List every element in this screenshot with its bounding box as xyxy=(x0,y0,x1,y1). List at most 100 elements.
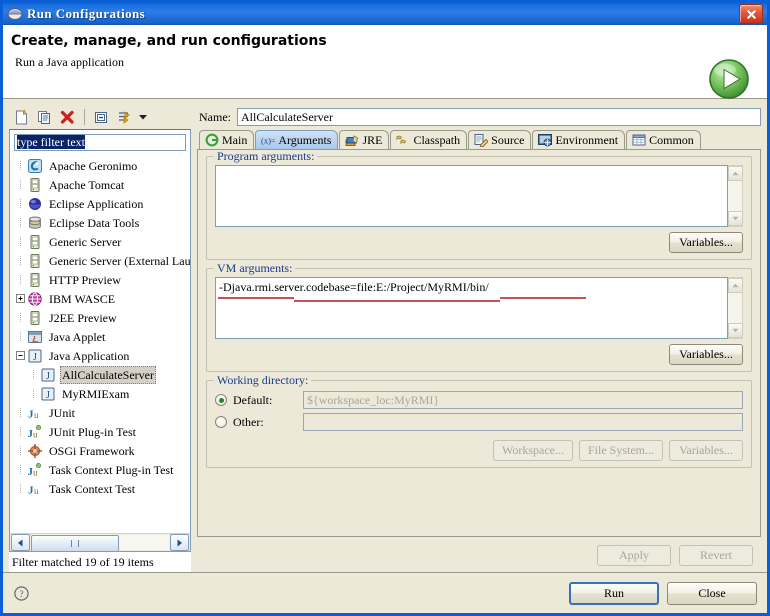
red-x-delete-icon[interactable] xyxy=(57,107,78,127)
revert-button: Revert xyxy=(679,545,753,566)
tree-item[interactable]: J AllCalculateServer xyxy=(14,365,190,384)
footer-buttons: Run Close xyxy=(569,581,757,605)
tree-item[interactable]: HTTP Preview xyxy=(14,270,190,289)
tree-expander xyxy=(14,180,27,189)
tree-item[interactable]: J2EE Preview xyxy=(14,308,190,327)
filter-icon[interactable] xyxy=(114,107,135,127)
program-arguments-scrollbar[interactable] xyxy=(727,165,743,227)
tree-item[interactable]: OSGi Framework xyxy=(14,441,190,460)
tree-item[interactable]: Generic Server xyxy=(14,232,190,251)
new-document-icon[interactable] xyxy=(11,107,32,127)
chevron-down-icon[interactable] xyxy=(137,107,148,127)
run-button[interactable]: Run xyxy=(569,581,659,605)
tab-arguments[interactable]: (x)= Arguments xyxy=(255,130,339,149)
svg-text:J: J xyxy=(33,352,37,363)
tree-expander xyxy=(14,199,27,208)
configurations-tree[interactable]: Apache Geronimo Apache Tomcat Eclipse Appl… xyxy=(10,154,190,533)
apply-revert-row: Apply Revert xyxy=(197,537,761,572)
java-application-icon: J xyxy=(27,348,43,364)
run-configurations-dialog: Run Configurations Create, manage, and r… xyxy=(0,0,770,616)
tab-environment[interactable]: Environment xyxy=(532,130,626,149)
dialog-body: type filter text Apache Geronimo Apache T… xyxy=(3,99,767,572)
scroll-up-icon[interactable] xyxy=(727,166,743,181)
tree-item[interactable]: Ju Task Context Plug-in Test xyxy=(14,460,190,479)
question-mark-help-icon[interactable]: ? xyxy=(13,585,30,602)
main-green-circle-icon xyxy=(205,133,219,147)
svg-text:u: u xyxy=(33,429,38,439)
name-input[interactable]: AllCalculateServer xyxy=(237,108,761,126)
tree-item[interactable]: Ju Task Context Test xyxy=(14,479,190,498)
tree-item[interactable]: Ju JUnit xyxy=(14,403,190,422)
tree-item[interactable]: J Java Application xyxy=(14,346,190,365)
tree-expander xyxy=(14,313,27,322)
tree-expander[interactable] xyxy=(14,351,27,360)
default-radio[interactable] xyxy=(215,394,227,406)
run-config-icon xyxy=(7,6,23,22)
tree-item[interactable]: Eclipse Application xyxy=(14,194,190,213)
source-pencil-icon xyxy=(474,133,489,148)
tree-item-label: OSGi Framework xyxy=(49,443,135,458)
scroll-track[interactable] xyxy=(31,535,169,552)
tree-item-label: Java Application xyxy=(49,348,130,363)
program-arguments-input[interactable] xyxy=(215,165,728,227)
tree-item[interactable]: Generic Server (External Launch) xyxy=(14,251,190,270)
other-radio[interactable] xyxy=(215,416,227,428)
close-button[interactable]: Close xyxy=(667,581,757,605)
apply-button: Apply xyxy=(597,545,671,566)
database-icon xyxy=(27,215,43,231)
close-icon[interactable] xyxy=(739,4,763,24)
window-title: Run Configurations xyxy=(27,6,146,21)
tree-item-label: Java Applet xyxy=(49,329,106,344)
scroll-thumb[interactable] xyxy=(31,535,119,552)
other-directory-input[interactable] xyxy=(303,413,743,431)
other-label: Other: xyxy=(233,414,264,429)
tree-horizontal-scrollbar[interactable] xyxy=(10,533,190,552)
vm-arguments-input[interactable]: -Djava.rmi.server.codebase=file:E:/Proje… xyxy=(215,277,728,339)
tree-expander xyxy=(14,275,27,284)
copy-document-icon[interactable] xyxy=(34,107,55,127)
tree-item[interactable]: IBM WASCE xyxy=(14,289,190,308)
scroll-up-icon[interactable] xyxy=(727,278,743,293)
dialog-footer: ? Run Close xyxy=(3,572,767,613)
scroll-left-icon[interactable] xyxy=(11,534,30,551)
tree-expander xyxy=(14,237,27,246)
tree-item[interactable]: Java Applet xyxy=(14,327,190,346)
tree-expander xyxy=(14,484,27,493)
scroll-down-icon[interactable] xyxy=(727,211,743,226)
filter-input-value: type filter text xyxy=(17,135,85,149)
tab-classpath[interactable]: Classpath xyxy=(390,130,468,149)
collapse-all-icon[interactable] xyxy=(91,107,112,127)
wasce-globe-icon xyxy=(27,291,43,307)
search-input[interactable]: type filter text xyxy=(14,134,186,151)
scroll-right-icon[interactable] xyxy=(170,534,189,551)
tree-item[interactable]: Apache Geronimo xyxy=(14,156,190,175)
tree-expander[interactable] xyxy=(14,294,27,303)
scroll-down-icon[interactable] xyxy=(727,323,743,338)
tree-expander xyxy=(14,446,27,455)
tree-item[interactable]: Apache Tomcat xyxy=(14,175,190,194)
title-bar: Run Configurations xyxy=(3,3,767,25)
vm-variables-button[interactable]: Variables... xyxy=(669,344,743,365)
tree-item[interactable]: J MyRMIExam xyxy=(14,384,190,403)
tree-item-label: Eclipse Application xyxy=(49,196,144,211)
tab-main[interactable]: Main xyxy=(199,130,255,149)
program-arguments-button-row: Variables... xyxy=(215,232,743,253)
server-icon xyxy=(27,177,43,193)
tree-expander xyxy=(14,465,27,474)
tree-item[interactable]: Eclipse Data Tools xyxy=(14,213,190,232)
name-label: Name: xyxy=(199,109,231,124)
tab-common[interactable]: Common xyxy=(626,130,701,149)
tree-expander xyxy=(27,389,40,398)
tab-label: Source xyxy=(491,132,525,147)
tab-source[interactable]: Source xyxy=(468,130,532,149)
tab-jre[interactable]: JRE xyxy=(339,130,390,149)
jre-books-icon xyxy=(345,133,359,147)
program-arguments-wrap xyxy=(215,165,743,227)
program-variables-button[interactable]: Variables... xyxy=(669,232,743,253)
vm-arguments-scrollbar[interactable] xyxy=(727,277,743,339)
tree-expander xyxy=(14,161,27,170)
tree-item[interactable]: Ju JUnit Plug-in Test xyxy=(14,422,190,441)
tree-item-label: Apache Geronimo xyxy=(49,158,138,173)
junit-plugin-icon: Ju xyxy=(27,424,43,440)
tree-item-label: MyRMIExam xyxy=(62,386,130,401)
